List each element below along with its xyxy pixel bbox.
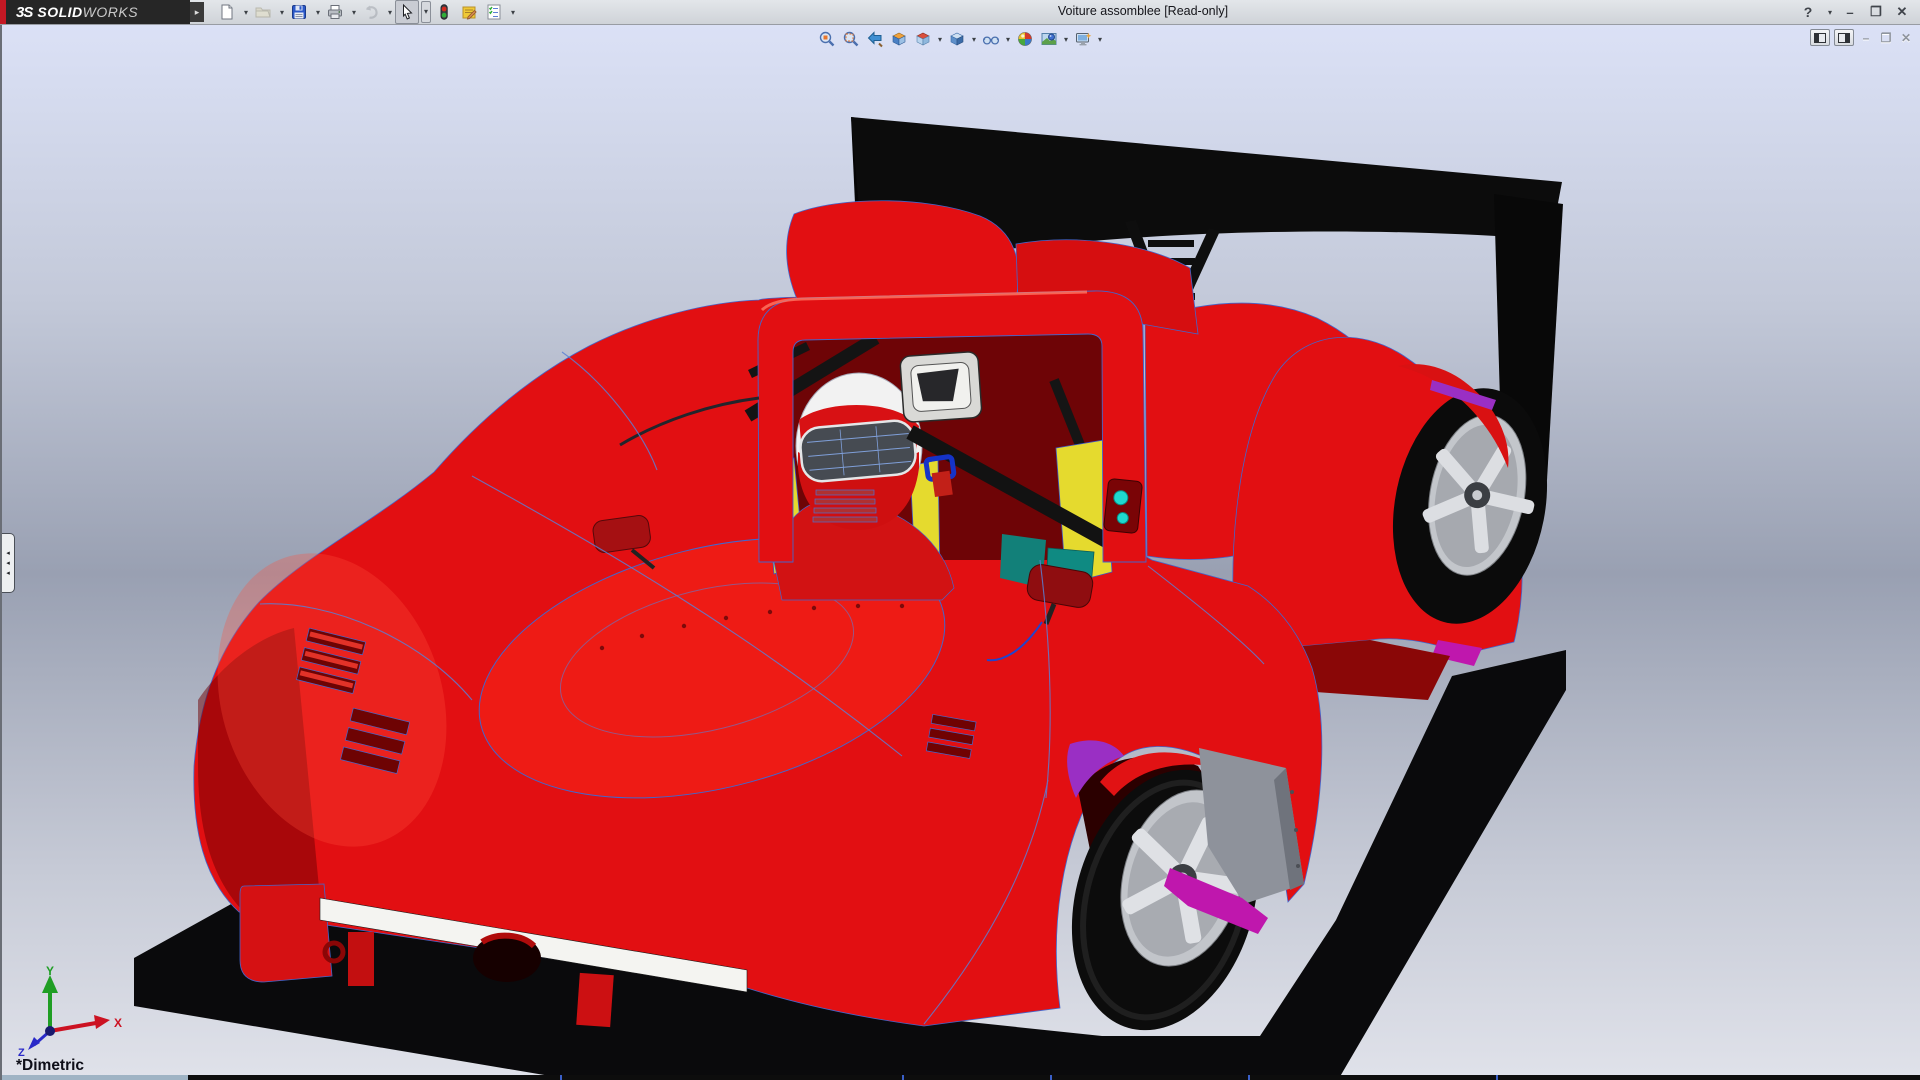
air-intake-box: [900, 351, 982, 422]
save-icon: [290, 3, 308, 21]
display-style-icon: [948, 30, 966, 48]
show-left-pane-button[interactable]: [1810, 29, 1830, 46]
display-style-dropdown-arrow[interactable]: ▾: [970, 35, 978, 44]
collapse-arrow-icon: ◂: [6, 570, 10, 577]
print-button[interactable]: [323, 0, 347, 24]
design-check-icon: [485, 3, 503, 21]
left-pane-icon: [1814, 33, 1826, 43]
feature-tree-collapse-tab[interactable]: ◂ ◂ ◂: [2, 533, 15, 593]
zoom-to-fit-button[interactable]: [816, 29, 838, 49]
collapse-arrow-icon: ◂: [6, 560, 10, 567]
right-fender-louvers: [926, 714, 976, 758]
help-dropdown-arrow[interactable]: ▾: [1826, 8, 1834, 17]
comment-note-icon: [460, 3, 478, 21]
collapse-arrow-icon: ◂: [6, 550, 10, 557]
zoom-to-fit-icon: [818, 30, 836, 48]
zoom-to-area-button[interactable]: [840, 29, 862, 49]
triad-x-label: X: [114, 1016, 122, 1030]
view-orientation-dropdown-arrow[interactable]: ▾: [936, 35, 944, 44]
doc-close-button[interactable]: ✕: [1898, 31, 1914, 45]
new-document-button[interactable]: [215, 0, 239, 24]
triad-z-label: Z: [18, 1047, 25, 1057]
title-bar: 3S SOLIDWORKS ▸ ▾ ▾ ▾ ▾ ▾ ▾: [0, 0, 1920, 25]
apply-scene-icon: [1040, 30, 1058, 48]
open-folder-icon: [254, 3, 272, 21]
app-close-button[interactable]: ✕: [1892, 4, 1912, 20]
print-icon: [326, 3, 344, 21]
design-check-button[interactable]: [482, 0, 506, 24]
help-button[interactable]: ?: [1798, 4, 1818, 20]
bottom-taskbar-sliver: [2, 1075, 1920, 1080]
document-window-controls: – ❐ ✕: [1810, 29, 1914, 46]
undo-icon: [362, 3, 380, 21]
design-check-dropdown-arrow[interactable]: ▾: [509, 8, 517, 17]
select-cursor-icon: [398, 3, 416, 21]
apply-scene-button[interactable]: [1038, 29, 1060, 49]
brand-bold: SOLID: [37, 4, 82, 20]
app-minimize-button[interactable]: –: [1840, 5, 1860, 20]
solidworks-window: 3S SOLIDWORKS ▸ ▾ ▾ ▾ ▾ ▾ ▾: [0, 0, 1920, 1080]
logo-red-strip: [0, 0, 6, 24]
view-orientation-label: *Dimetric: [16, 1057, 84, 1075]
app-restore-button[interactable]: ❐: [1866, 4, 1886, 20]
zoom-to-area-icon: [842, 30, 860, 48]
hide-show-items-button[interactable]: [980, 29, 1002, 49]
triad-y-label: Y: [46, 965, 54, 978]
brand-light: WORKS: [83, 4, 138, 20]
previous-view-icon: [866, 30, 884, 48]
view-orientation-icon: [914, 30, 932, 48]
new-dropdown-arrow[interactable]: ▾: [242, 8, 250, 17]
reference-triad: Y X Z: [10, 965, 150, 1057]
view-settings-button[interactable]: [1072, 29, 1094, 49]
edit-appearance-icon: [1016, 30, 1034, 48]
save-dropdown-arrow[interactable]: ▾: [314, 8, 322, 17]
doc-restore-button[interactable]: ❐: [1878, 31, 1894, 45]
section-view-button[interactable]: [888, 29, 910, 49]
print-dropdown-arrow[interactable]: ▾: [350, 8, 358, 17]
save-button[interactable]: [287, 0, 311, 24]
view-settings-dropdown-arrow[interactable]: ▾: [1096, 35, 1104, 44]
apply-scene-dropdown-arrow[interactable]: ▾: [1062, 35, 1070, 44]
show-right-pane-button[interactable]: [1834, 29, 1854, 46]
right-pane-icon: [1838, 33, 1850, 43]
undo-button[interactable]: [359, 0, 383, 24]
select-dropdown-arrow[interactable]: ▾: [421, 1, 431, 23]
traffic-light-icon: [435, 3, 453, 21]
undo-dropdown-arrow[interactable]: ▾: [386, 8, 394, 17]
open-button[interactable]: [251, 0, 275, 24]
hide-show-dropdown-arrow[interactable]: ▾: [1004, 35, 1012, 44]
3ds-logo-mark: 3S: [16, 4, 32, 21]
doc-minimize-button[interactable]: –: [1858, 31, 1874, 45]
view-orientation-button[interactable]: [912, 29, 934, 49]
open-dropdown-arrow[interactable]: ▾: [278, 8, 286, 17]
app-window-controls: ? ▾ – ❐ ✕: [1798, 0, 1912, 24]
car-model-canvas[interactable]: [2, 25, 1920, 1080]
select-button[interactable]: [395, 0, 419, 24]
new-document-icon: [218, 3, 236, 21]
window-title: Voiture assomblee [Read-only]: [1058, 4, 1228, 18]
menu-expand-arrow[interactable]: ▸: [190, 2, 204, 22]
section-view-icon: [890, 30, 908, 48]
main-toolbar: ▾ ▾ ▾ ▾ ▾ ▾ ▾: [215, 0, 517, 24]
headsup-view-toolbar: ▾ ▾ ▾ ▾ ▾: [816, 29, 1104, 49]
display-style-button[interactable]: [946, 29, 968, 49]
view-settings-icon: [1074, 30, 1092, 48]
cyan-knob-panel: [1103, 478, 1142, 533]
previous-view-button[interactable]: [864, 29, 886, 49]
graphics-viewport[interactable]: ▾ ▾ ▾ ▾ ▾ – ❐ ✕ ◂: [0, 25, 1920, 1080]
edit-appearance-button[interactable]: [1014, 29, 1036, 49]
comment-note-button[interactable]: [457, 0, 481, 24]
hide-show-items-icon: [982, 30, 1000, 48]
solidworks-logo: 3S SOLIDWORKS: [0, 0, 190, 24]
traffic-light-button[interactable]: [432, 0, 456, 24]
